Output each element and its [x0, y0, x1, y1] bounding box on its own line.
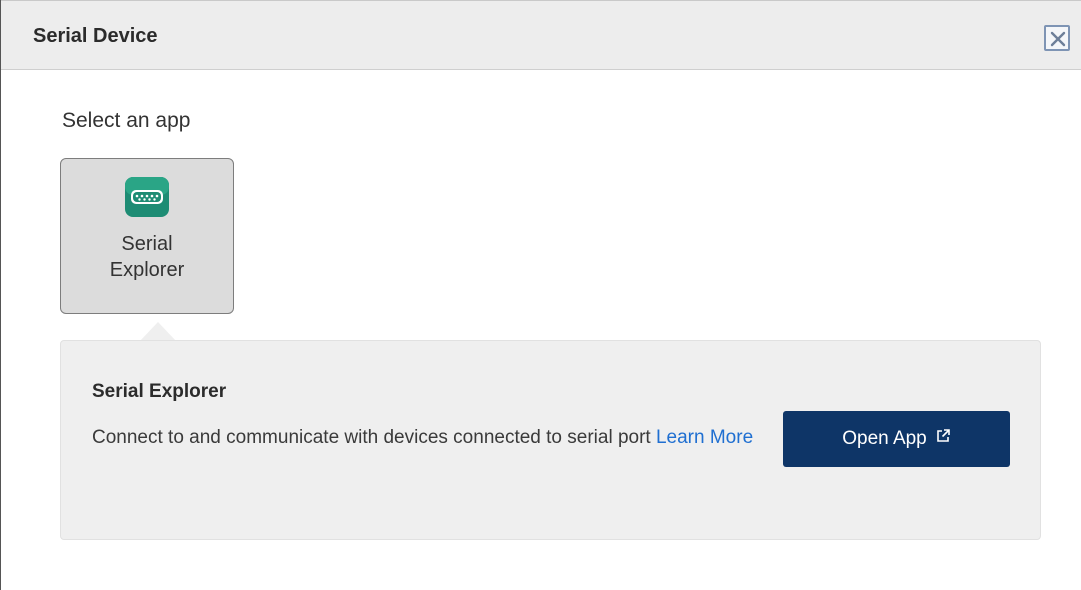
app-description-text: Connect to and communicate with devices …	[92, 427, 651, 448]
app-details-panel: Serial Explorer Connect to and communica…	[60, 340, 1041, 540]
app-tile-label: Serial Explorer	[61, 231, 233, 283]
external-link-icon	[935, 428, 951, 450]
app-tile-serial-explorer[interactable]: Serial Explorer	[60, 158, 234, 314]
details-pointer	[140, 322, 176, 341]
app-details-title: Serial Explorer	[92, 381, 227, 402]
open-app-button-label: Open App	[842, 428, 927, 449]
dialog-title: Serial Device	[33, 25, 158, 47]
select-app-label: Select an app	[62, 109, 191, 132]
serial-device-dialog: Serial Device Select an app Serial Explo…	[0, 0, 1081, 590]
app-tile-label-line2: Explorer	[109, 259, 185, 281]
app-tile-label-line1: Serial	[121, 233, 173, 255]
open-app-button[interactable]: Open App	[783, 411, 1010, 467]
serial-port-icon	[123, 175, 171, 224]
learn-more-link[interactable]: Learn More	[656, 427, 753, 448]
close-icon	[1050, 31, 1066, 47]
app-details-description: Connect to and communicate with devices …	[92, 421, 772, 454]
close-button[interactable]	[1044, 25, 1070, 51]
dialog-title-bar: Serial Device	[1, 0, 1081, 70]
